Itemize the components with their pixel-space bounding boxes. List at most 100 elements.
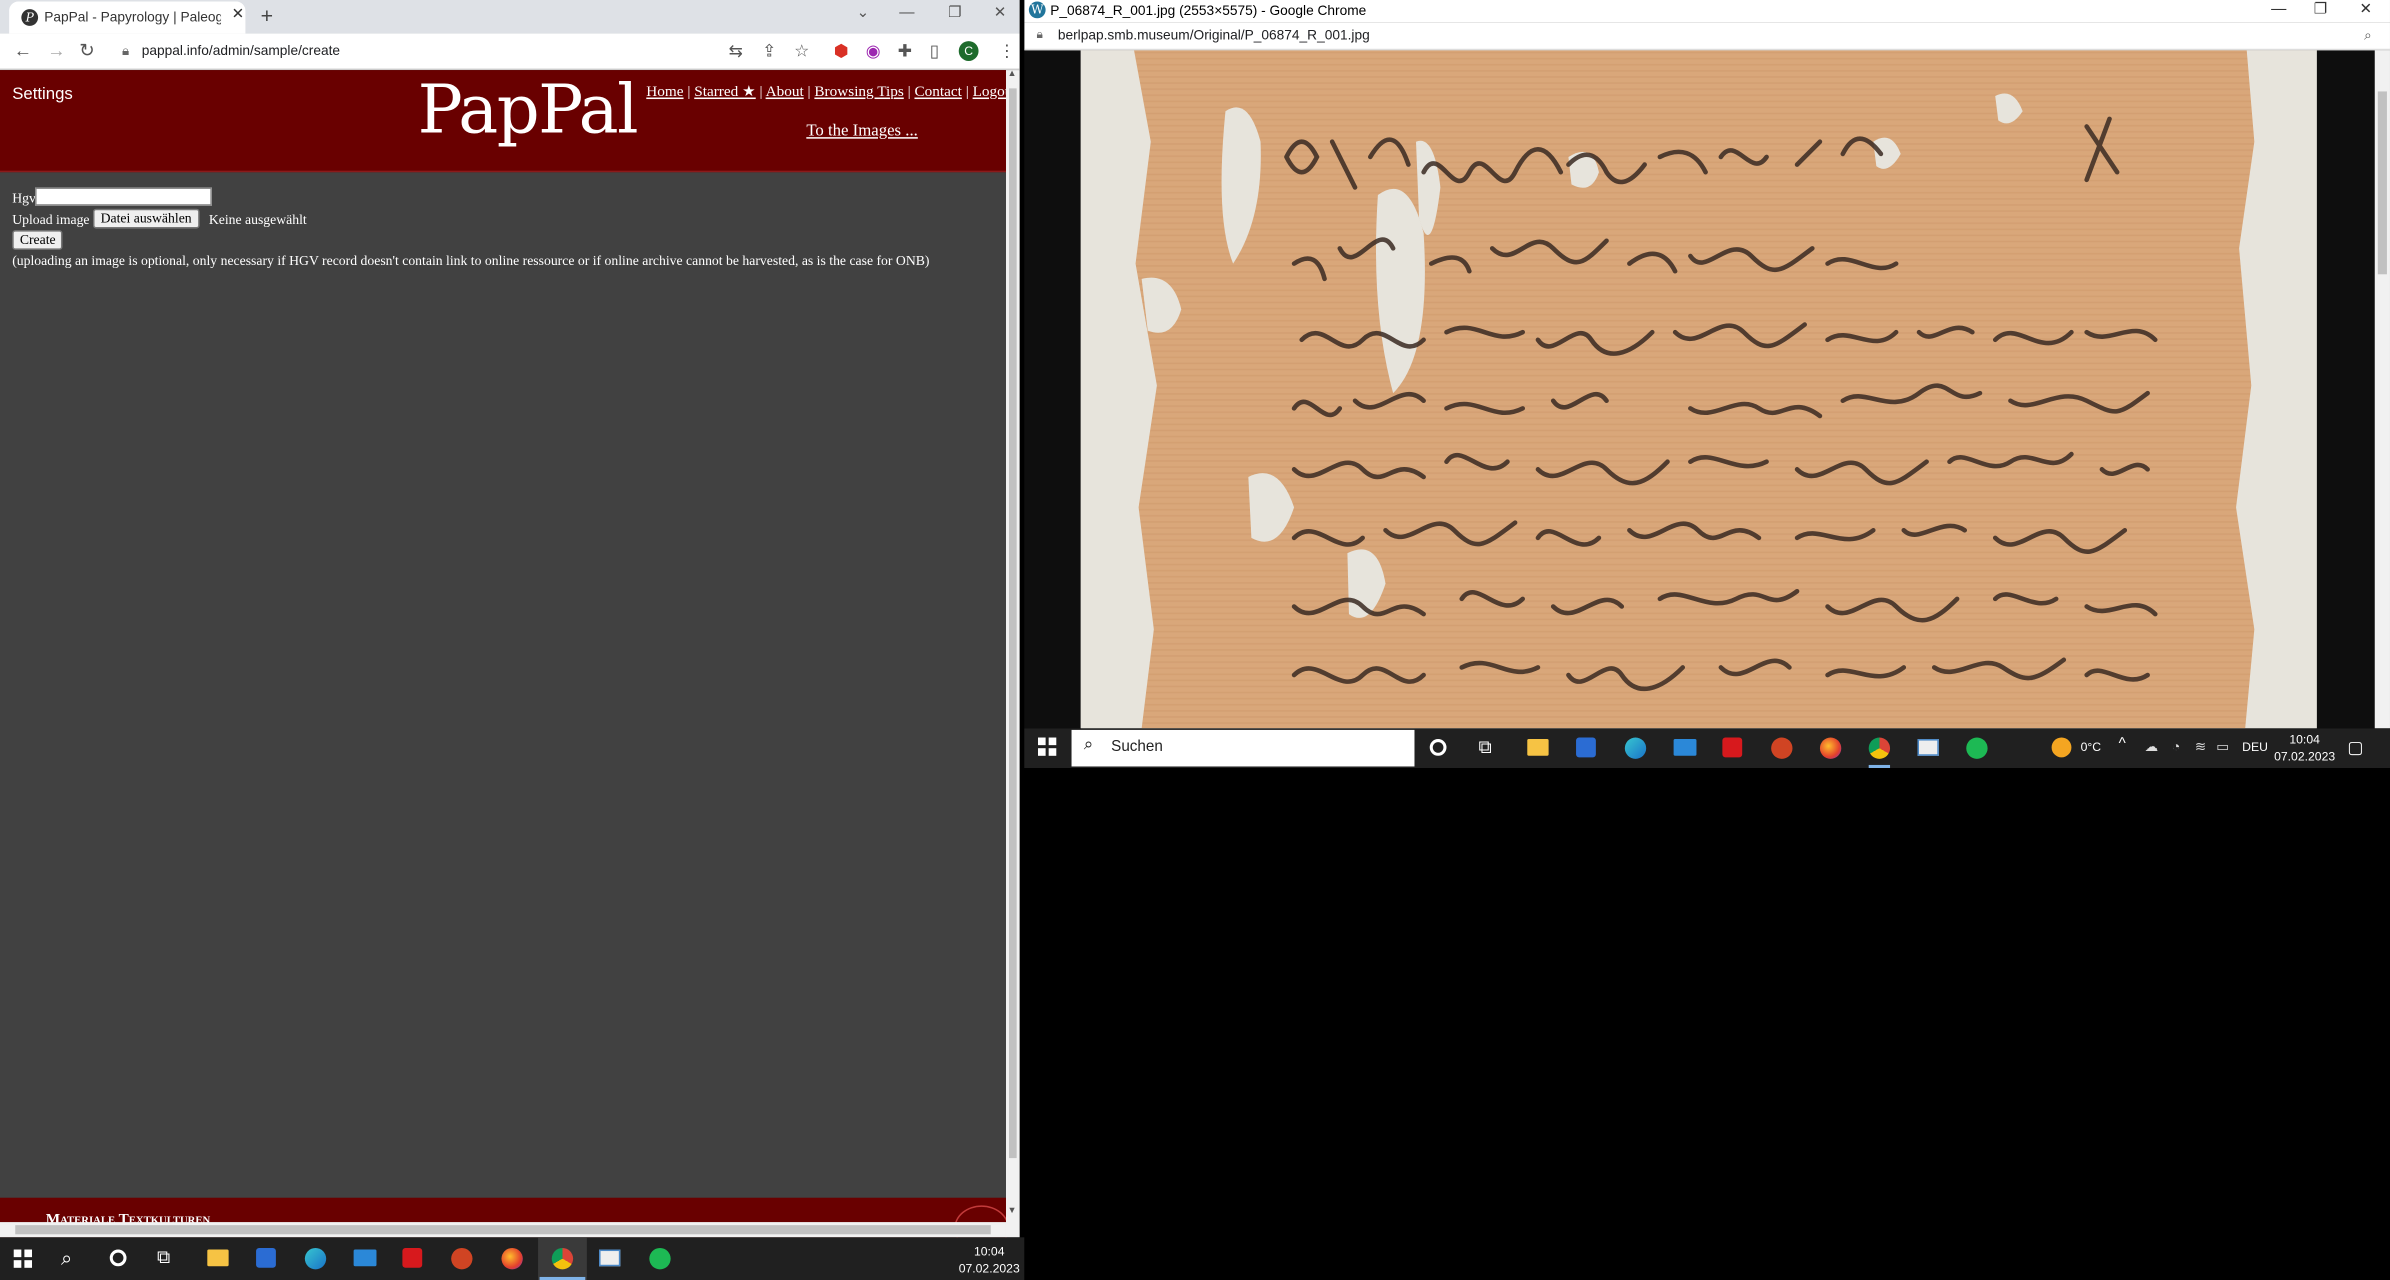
profile-avatar[interactable]: C bbox=[958, 41, 979, 61]
firefox-icon[interactable] bbox=[1819, 737, 1842, 759]
mail-icon[interactable] bbox=[353, 1249, 377, 1267]
tab-strip: P PapPal - Papyrology | Paleography ✕ + … bbox=[0, 0, 1020, 34]
scroll-down-arrow-icon[interactable]: ▼ bbox=[1008, 1207, 1017, 1216]
site-logo[interactable]: PapPal bbox=[418, 72, 639, 150]
spotify-icon[interactable] bbox=[1966, 737, 1988, 759]
horizontal-scroll-thumb[interactable] bbox=[15, 1225, 991, 1235]
nav-browsing-tips[interactable]: Browsing Tips bbox=[814, 84, 903, 101]
restore-icon[interactable]: ❐ bbox=[2314, 2, 2328, 19]
reload-icon[interactable]: ↻ bbox=[79, 40, 94, 61]
file-explorer-icon[interactable] bbox=[207, 1249, 229, 1267]
battery-icon[interactable]: ▭ bbox=[2216, 739, 2229, 756]
pappal-page: Settings PapPal Home | Starred ★ | About… bbox=[0, 70, 1017, 1238]
powerpoint-icon[interactable] bbox=[451, 1248, 473, 1270]
notifications-icon[interactable]: ▢ bbox=[2347, 738, 2363, 757]
extension-icon[interactable]: ⬢ bbox=[834, 41, 849, 61]
settings-link[interactable]: Settings bbox=[12, 85, 73, 103]
bookmark-star-icon[interactable]: ☆ bbox=[794, 41, 809, 61]
clock[interactable]: 10:04 07.02.2023 bbox=[954, 1243, 1024, 1277]
url-text[interactable]: berlpap.smb.museum/Original/P_06874_R_00… bbox=[1058, 27, 1370, 42]
nav-separator: | bbox=[759, 83, 763, 101]
acrobat-icon[interactable] bbox=[402, 1248, 423, 1268]
to-images-link[interactable]: To the Images ... bbox=[806, 122, 918, 140]
weather-temp[interactable]: 0°C bbox=[2081, 741, 2101, 755]
nav-home[interactable]: Home bbox=[646, 84, 683, 101]
lock-icon[interactable]: 🔒︎ bbox=[122, 43, 129, 60]
minimize-icon[interactable]: — bbox=[2271, 2, 2286, 19]
close-window-icon[interactable]: ✕ bbox=[994, 5, 1007, 22]
pappal-favicon-icon: P bbox=[21, 9, 39, 26]
taskbar-left: ⌕ ⧉ 10:04 07.02.2023 bbox=[0, 1237, 1025, 1280]
clock[interactable]: 10:04 07.02.2023 bbox=[2271, 731, 2338, 765]
url-text[interactable]: pappal.info/admin/sample/create bbox=[142, 43, 340, 58]
chrome-icon[interactable] bbox=[1868, 737, 1891, 759]
extensions-puzzle-icon[interactable]: ✚ bbox=[898, 41, 912, 61]
window-title: P_06874_R_001.jpg (2553×5575) - Google C… bbox=[1050, 3, 1367, 19]
network-icon[interactable]: ◔ bbox=[2172, 739, 2180, 754]
menu-dots-icon[interactable]: ⋮ bbox=[998, 41, 1015, 61]
close-window-icon[interactable]: ✕ bbox=[2360, 2, 2373, 19]
chevron-up-icon[interactable]: ^ bbox=[2119, 736, 2126, 753]
choose-file-button[interactable]: Datei auswählen bbox=[92, 208, 200, 229]
translate-icon[interactable]: ⇆ bbox=[729, 41, 743, 61]
minimize-icon[interactable]: — bbox=[899, 5, 914, 22]
new-tab-icon[interactable]: + bbox=[261, 3, 273, 27]
acrobat-icon[interactable] bbox=[1722, 737, 1743, 758]
nav-separator: | bbox=[907, 83, 911, 101]
start-icon[interactable] bbox=[13, 1249, 33, 1268]
weather-icon[interactable] bbox=[2051, 737, 2072, 758]
notepad-icon[interactable] bbox=[599, 1249, 621, 1267]
cortana-icon[interactable] bbox=[109, 1249, 127, 1267]
side-panel-icon[interactable]: ▯ bbox=[930, 41, 939, 61]
clock-time: 10:04 bbox=[973, 1244, 1005, 1259]
vertical-scroll-thumb[interactable] bbox=[2377, 91, 2387, 275]
search-placeholder: Suchen bbox=[1111, 739, 1163, 756]
firefox-icon[interactable] bbox=[501, 1248, 523, 1270]
nav-about[interactable]: About bbox=[766, 84, 804, 101]
store-icon[interactable] bbox=[256, 1248, 276, 1268]
scroll-up-arrow-icon[interactable]: ▲ bbox=[1008, 70, 1017, 79]
hgv-input[interactable] bbox=[35, 187, 212, 206]
wifi-icon[interactable]: ≋ bbox=[2195, 739, 2207, 756]
file-explorer-icon[interactable] bbox=[1527, 739, 1549, 756]
chrome-active-indicator bbox=[1868, 764, 1891, 769]
notepad-icon[interactable] bbox=[1917, 739, 1939, 756]
forward-icon[interactable]: → bbox=[47, 40, 65, 61]
back-icon[interactable]: ← bbox=[14, 40, 32, 61]
papyrus-drawing bbox=[1080, 50, 2317, 729]
share-icon[interactable]: ⇪ bbox=[762, 41, 776, 61]
clock-date: 07.02.2023 bbox=[958, 1261, 1020, 1276]
mail-icon[interactable] bbox=[1673, 739, 1697, 756]
create-button[interactable]: Create bbox=[12, 230, 64, 250]
task-view-icon[interactable]: ⧉ bbox=[1479, 736, 1492, 759]
task-view-icon[interactable]: ⧉ bbox=[157, 1246, 170, 1269]
tab-title: PapPal - Papyrology | Paleography bbox=[44, 9, 221, 25]
tab-search-chevron-icon[interactable]: ⌄ bbox=[857, 5, 870, 22]
onedrive-icon[interactable]: ☁ bbox=[2145, 739, 2159, 756]
chrome-icon[interactable] bbox=[551, 1248, 574, 1270]
nav-contact[interactable]: Contact bbox=[914, 84, 961, 101]
search-icon[interactable]: ⌕ bbox=[61, 1246, 72, 1270]
cortana-icon[interactable] bbox=[1429, 739, 1447, 756]
edge-icon[interactable] bbox=[1624, 737, 1647, 759]
start-icon[interactable] bbox=[1038, 737, 1057, 756]
spotify-icon[interactable] bbox=[649, 1248, 671, 1270]
vertical-scroll-thumb[interactable] bbox=[1009, 88, 1017, 1159]
search-icon: ⌕ bbox=[1083, 736, 1094, 755]
edge-icon[interactable] bbox=[304, 1248, 327, 1270]
taskbar-search[interactable]: ⌕ Suchen bbox=[1071, 729, 1415, 767]
taskbar-right: ⌕ Suchen ⧉ 0°C ^ ☁ ◔ ≋ ▭ DEU 10:04 07.02… bbox=[1024, 728, 2390, 769]
papyrus-image[interactable] bbox=[1080, 50, 2317, 729]
browser-tab[interactable]: P PapPal - Papyrology | Paleography ✕ bbox=[9, 1, 246, 34]
powerpoint-icon[interactable] bbox=[1771, 737, 1793, 759]
zoom-icon[interactable]: ⌕ bbox=[2364, 27, 2372, 44]
close-tab-icon[interactable]: ✕ bbox=[232, 6, 245, 23]
restore-icon[interactable]: ❐ bbox=[948, 5, 962, 22]
nav-starred[interactable]: Starred ★ bbox=[694, 84, 755, 101]
store-icon[interactable] bbox=[1576, 737, 1596, 758]
main-nav: Home | Starred ★ | About | Browsing Tips… bbox=[646, 84, 1016, 101]
extension-2-icon[interactable]: ◉ bbox=[866, 41, 881, 61]
language-indicator[interactable]: DEU bbox=[2242, 741, 2268, 755]
nav-separator: | bbox=[807, 83, 811, 101]
lock-icon[interactable]: 🔒︎ bbox=[1036, 27, 1043, 42]
